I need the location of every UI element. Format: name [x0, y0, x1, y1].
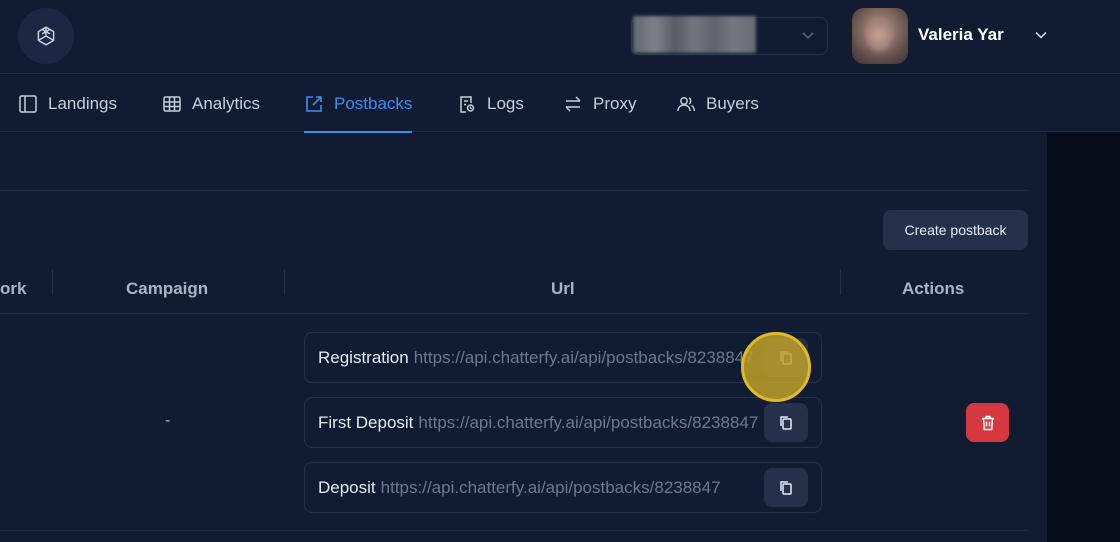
tab-buyers-label: Buyers — [706, 93, 759, 113]
column-header-network: ork — [0, 279, 27, 298]
workspace-select[interactable] — [631, 16, 828, 55]
app-logo[interactable] — [18, 8, 74, 64]
copy-icon — [780, 415, 792, 430]
tab-proxy-label: Proxy — [593, 93, 637, 113]
url-label: Registration — [318, 347, 409, 367]
layout-icon — [19, 94, 37, 113]
column-header-url: Url — [551, 279, 575, 298]
delete-button[interactable] — [966, 403, 1009, 442]
postback-url-first-deposit: First Deposit https://api.chatterfy.ai/a… — [304, 397, 822, 448]
create-postback-button[interactable]: Create postback — [883, 210, 1028, 250]
tab-proxy[interactable]: Proxy — [563, 75, 636, 132]
campaign-cell: - — [165, 412, 171, 429]
user-name[interactable]: Valeria Yar — [918, 25, 1004, 45]
trash-icon — [981, 415, 994, 430]
top-header: Valeria Yar — [0, 0, 1120, 74]
click-indicator — [741, 332, 811, 402]
url-value[interactable]: https://api.chatterfy.ai/api/postbacks/8… — [381, 478, 721, 498]
blurred-workspace-name — [633, 16, 756, 53]
copy-icon — [780, 480, 792, 495]
column-divider — [840, 269, 841, 295]
arrows-swap-icon — [565, 95, 581, 112]
url-label: First Deposit — [318, 412, 414, 432]
tab-landings-label: Landings — [48, 93, 118, 113]
url-label: Deposit — [318, 477, 376, 497]
copy-button[interactable] — [764, 468, 808, 507]
tab-buyers[interactable]: Buyers — [676, 75, 759, 132]
divider — [0, 190, 1028, 191]
tab-analytics[interactable]: Analytics — [162, 75, 260, 132]
row-divider — [0, 530, 1028, 531]
tab-postbacks[interactable]: Postbacks — [304, 75, 413, 133]
copy-button[interactable] — [764, 403, 808, 442]
tab-logs[interactable]: Logs — [457, 75, 524, 132]
table-icon — [163, 95, 181, 112]
external-link-icon — [306, 95, 322, 112]
postback-url-deposit: Deposit https://api.chatterfy.ai/api/pos… — [304, 462, 822, 513]
column-divider — [52, 269, 53, 295]
openai-logo-icon — [37, 26, 55, 46]
avatar[interactable] — [852, 8, 908, 64]
right-edge-area — [1047, 133, 1120, 542]
table-header: ork Campaign Url Actions — [0, 264, 1028, 314]
user-menu-chevron-icon[interactable] — [1034, 28, 1048, 42]
column-divider — [284, 269, 285, 295]
main-nav: Landings Analytics Postbacks Logs Proxy … — [0, 75, 1120, 133]
tab-analytics-label: Analytics — [192, 93, 261, 113]
tab-postbacks-label: Postbacks — [334, 93, 413, 113]
url-value[interactable]: https://api.chatterfy.ai/api/postbacks/8… — [418, 413, 758, 433]
log-file-icon — [460, 95, 475, 113]
url-value[interactable]: https://api.chatterfy.ai/api/postbacks/8… — [414, 348, 754, 368]
chevron-down-icon — [802, 32, 814, 40]
tab-logs-label: Logs — [487, 93, 524, 113]
column-header-campaign: Campaign — [126, 279, 209, 298]
column-header-actions: Actions — [902, 279, 965, 298]
users-icon — [677, 96, 696, 111]
tab-landings[interactable]: Landings — [18, 75, 117, 132]
